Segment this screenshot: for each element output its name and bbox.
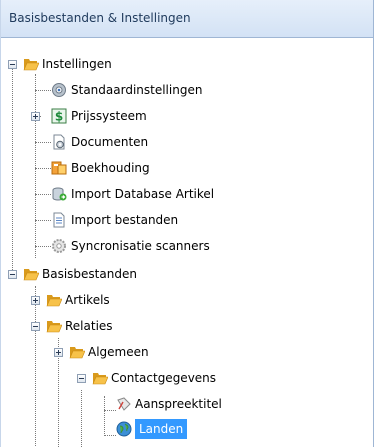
tree-node-label: Algemeen: [88, 345, 149, 359]
collapse-toggle[interactable]: [8, 60, 17, 69]
open-folder-icon: [46, 321, 62, 333]
tree-node-contactgegevens[interactable]: Contactgegevens: [1, 366, 301, 390]
tree-node-label: Relaties: [65, 319, 113, 333]
expand-toggle[interactable]: [31, 296, 40, 305]
tree-node-label: Documenten: [71, 135, 149, 149]
globe-icon: [116, 421, 132, 437]
open-folder-icon: [23, 59, 39, 71]
tree-node-aanspreektitel[interactable]: Aanspreektitel: [1, 392, 301, 416]
tree-node-label: Prijssysteem: [71, 109, 147, 123]
collapse-toggle[interactable]: [77, 374, 86, 383]
settings-panel: Basisbestanden & Instellingen Instelling…: [0, 0, 374, 447]
database-import-icon: [52, 187, 67, 201]
open-folder-icon: [69, 347, 85, 359]
tree-node-label: Boekhouding: [71, 161, 150, 175]
tree-node-label: Import Database Artikel: [71, 187, 215, 201]
tree-node-label: Standaardinstellingen: [71, 83, 203, 97]
dollar-icon: $: [51, 108, 67, 124]
tree-node-documenten[interactable]: Documenten: [1, 130, 301, 154]
tree-node-import-bestanden[interactable]: Import bestanden: [1, 208, 301, 232]
expand-toggle[interactable]: [54, 348, 63, 357]
gear-icon: [52, 239, 66, 253]
tree-node-instellingen[interactable]: Instellingen: [1, 52, 301, 76]
tree-node-standaardinstellingen[interactable]: Standaardinstellingen: [1, 78, 301, 102]
document-icon: [53, 134, 65, 150]
tree-node-artikels[interactable]: Artikels: [1, 288, 301, 312]
accounting-icon: [51, 161, 67, 175]
tree-node-label: Landen: [135, 419, 188, 439]
tree-node-relaties[interactable]: Relaties: [1, 314, 301, 338]
tree-node-label: Import bestanden: [71, 213, 179, 227]
expand-toggle[interactable]: [31, 112, 40, 121]
tree-node-label: Instellingen: [42, 57, 112, 71]
tag-icon: [117, 397, 131, 411]
panel-header: Basisbestanden & Instellingen: [1, 0, 373, 38]
tree-node-basisbestanden[interactable]: Basisbestanden: [1, 262, 301, 286]
tree-node-syncronisatie[interactable]: Syncronisatie scanners: [1, 234, 301, 258]
tree-node-algemeen[interactable]: Algemeen: [1, 340, 301, 364]
open-folder-icon: [92, 373, 108, 385]
open-folder-icon: [46, 295, 62, 307]
svg-text:$: $: [55, 110, 63, 124]
gear-icon: [52, 83, 66, 97]
collapse-toggle[interactable]: [31, 322, 40, 331]
tree-node-label: Basisbestanden: [42, 267, 137, 281]
tree-node-landen[interactable]: Landen: [1, 417, 301, 441]
tree-node-label: Aanspreektitel: [135, 397, 222, 411]
panel-title: Basisbestanden & Instellingen: [9, 11, 191, 25]
tree-node-label: Contactgegevens: [111, 371, 217, 385]
settings-tree[interactable]: Instellingen Standaardinstellingen $ Pri…: [1, 38, 373, 447]
tree-node-boekhouding[interactable]: Boekhouding: [1, 156, 301, 180]
tree-node-label: Syncronisatie scanners: [71, 239, 210, 253]
open-folder-icon: [23, 269, 39, 281]
tree-node-prijssysteem[interactable]: $ Prijssysteem: [1, 104, 301, 128]
collapse-toggle[interactable]: [8, 270, 17, 279]
tree-node-import-database[interactable]: Import Database Artikel: [1, 182, 301, 206]
tree-node-label: Artikels: [65, 293, 110, 307]
file-list-icon: [53, 212, 65, 228]
